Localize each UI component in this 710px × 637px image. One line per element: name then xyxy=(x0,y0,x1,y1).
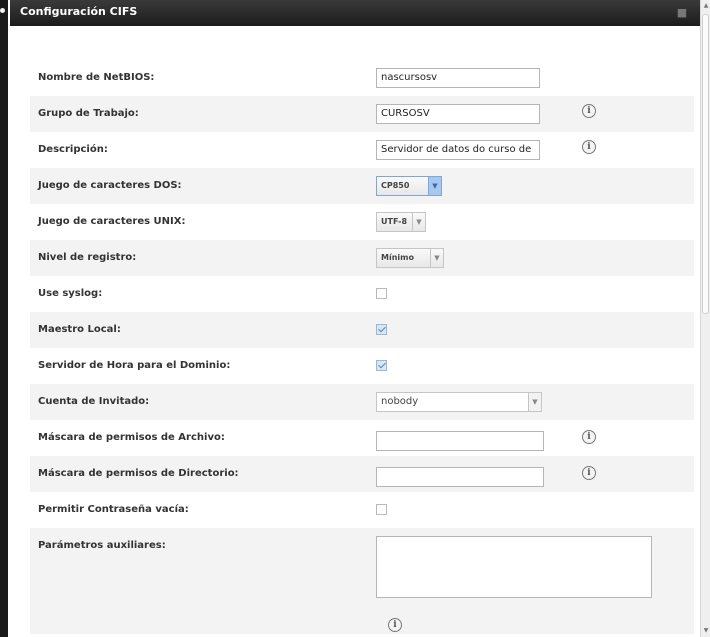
dir-mask-input[interactable] xyxy=(376,467,544,487)
log-level-label: Nivel de registro: xyxy=(38,252,137,263)
empty-password-label: Permitir Contraseña vacía: xyxy=(38,504,189,515)
local-master-checkbox[interactable] xyxy=(376,324,387,335)
info-icon[interactable]: i xyxy=(582,140,596,154)
file-mask-input[interactable] xyxy=(376,431,544,451)
vertical-scrollbar[interactable]: ▲ ▼ xyxy=(700,0,710,637)
close-icon[interactable]: ■ xyxy=(676,7,688,19)
chevron-down-icon: ▼ xyxy=(528,393,541,411)
info-icon[interactable]: i xyxy=(582,104,596,118)
bullet-marker xyxy=(0,8,5,13)
use-syslog-checkbox[interactable] xyxy=(376,288,387,299)
row-file-mask: Máscara de permisos de Archivo: i xyxy=(30,420,694,456)
netbios-input[interactable]: nascursosv xyxy=(376,68,540,88)
row-aux-params: Parámetros auxiliares: i xyxy=(30,528,694,634)
info-icon[interactable]: i xyxy=(582,430,596,444)
unix-charset-label: Juego de caracteres UNIX: xyxy=(38,216,186,227)
dialog-titlebar[interactable]: Configuración CIFS ■ xyxy=(10,0,700,26)
row-empty-password: Permitir Contraseña vacía: xyxy=(30,492,694,528)
empty-password-checkbox[interactable] xyxy=(376,504,387,515)
dos-charset-value: CP850 xyxy=(381,181,410,190)
guest-account-value: nobody xyxy=(381,396,419,407)
info-icon[interactable]: i xyxy=(388,618,402,632)
description-input[interactable]: Servidor de datos do curso de xyxy=(376,140,540,160)
aux-params-label: Parámetros auxiliares: xyxy=(38,540,166,551)
log-level-select[interactable]: Mínimo ▼ xyxy=(376,248,444,268)
use-syslog-label: Use syslog: xyxy=(38,288,103,299)
row-dos-charset: Juego de caracteres DOS: CP850 ▼ xyxy=(30,168,694,204)
unix-charset-value: UTF-8 xyxy=(381,217,408,226)
row-guest-account: Cuenta de Invitado: nobody ▼ xyxy=(30,384,694,420)
scrollbar-thumb[interactable] xyxy=(702,14,709,314)
row-use-syslog: Use syslog: xyxy=(30,276,694,312)
chevron-down-icon: ▼ xyxy=(412,213,425,231)
aux-params-textarea[interactable] xyxy=(376,536,652,598)
row-dir-mask: Máscara de permisos de Directorio: i xyxy=(30,456,694,492)
row-time-server: Servidor de Hora para el Dominio: xyxy=(30,348,694,384)
local-master-label: Maestro Local: xyxy=(38,324,121,335)
file-mask-label: Máscara de permisos de Archivo: xyxy=(38,432,225,443)
row-netbios: Nombre de NetBIOS: nascursosv xyxy=(30,60,694,96)
scroll-down-icon[interactable]: ▼ xyxy=(702,626,710,636)
workgroup-input[interactable]: CURSOSV xyxy=(376,104,540,124)
log-level-value: Mínimo xyxy=(381,253,414,262)
description-label: Descripción: xyxy=(38,144,108,155)
cifs-settings-dialog: Configuración CIFS ■ Nombre de NetBIOS: … xyxy=(10,0,700,637)
row-log-level: Nivel de registro: Mínimo ▼ xyxy=(30,240,694,276)
row-workgroup: Grupo de Trabajo: CURSOSV i xyxy=(30,96,694,132)
netbios-label: Nombre de NetBIOS: xyxy=(38,72,155,83)
workgroup-label: Grupo de Trabajo: xyxy=(38,108,139,119)
dos-charset-select[interactable]: CP850 ▼ xyxy=(376,176,442,196)
dir-mask-label: Máscara de permisos de Directorio: xyxy=(38,468,239,479)
row-description: Descripción: Servidor de datos do curso … xyxy=(30,132,694,168)
unix-charset-select[interactable]: UTF-8 ▼ xyxy=(376,212,426,232)
guest-account-select[interactable]: nobody ▼ xyxy=(376,392,542,412)
row-local-master: Maestro Local: xyxy=(30,312,694,348)
time-server-label: Servidor de Hora para el Dominio: xyxy=(38,360,231,371)
background-strip xyxy=(0,0,8,637)
scroll-up-icon[interactable]: ▲ xyxy=(702,1,710,11)
time-server-checkbox[interactable] xyxy=(376,360,387,371)
dos-charset-label: Juego de caracteres DOS: xyxy=(38,180,182,191)
dialog-title: Configuración CIFS xyxy=(20,5,138,18)
chevron-down-icon: ▼ xyxy=(428,177,441,195)
info-icon[interactable]: i xyxy=(582,466,596,480)
guest-account-label: Cuenta de Invitado: xyxy=(38,396,150,407)
row-unix-charset: Juego de caracteres UNIX: UTF-8 ▼ xyxy=(30,204,694,240)
chevron-down-icon: ▼ xyxy=(430,249,443,267)
